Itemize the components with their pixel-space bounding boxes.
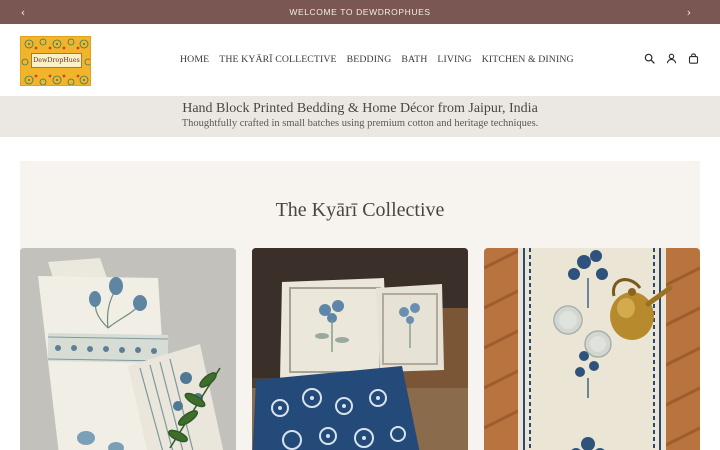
nav-item-living[interactable]: LIVING: [437, 54, 471, 65]
collection-card-cushions[interactable]: [252, 248, 468, 450]
tagline-subtitle: Thoughtfully crafted in small batches us…: [181, 118, 539, 129]
tea-towels-image: [20, 248, 236, 450]
announcement-bar: ‹ WELCOME TO DEWDROPHUES ›: [0, 0, 720, 24]
tagline-band: Hand Block Printed Bedding & Home Décor …: [0, 96, 720, 137]
nav-item-home[interactable]: HOME: [180, 54, 209, 65]
site-header: DewDropHues HOME THE KYĀRĪ COLLECTIVE BE…: [0, 24, 720, 96]
nav-item-kitchen-dining[interactable]: KITCHEN & DINING: [482, 54, 574, 65]
chevron-right-icon[interactable]: ›: [677, 0, 701, 24]
search-icon[interactable]: [643, 52, 656, 65]
collection-section: The Kyārī Collective: [20, 161, 700, 450]
main-nav: HOME THE KYĀRĪ COLLECTIVE BEDDING BATH L…: [180, 54, 574, 65]
cart-icon[interactable]: [687, 52, 700, 65]
nav-item-bedding[interactable]: BEDDING: [347, 54, 392, 65]
logo-text: DewDropHues: [33, 57, 80, 64]
site-logo[interactable]: DewDropHues: [20, 36, 91, 86]
collection-card-tea-towels[interactable]: [20, 248, 236, 450]
collection-card-table-runner[interactable]: [484, 248, 700, 450]
chevron-left-icon[interactable]: ‹: [11, 0, 35, 24]
nav-item-kyari-collective[interactable]: THE KYĀRĪ COLLECTIVE: [219, 54, 336, 65]
logo-plate: DewDropHues: [31, 53, 82, 68]
table-runner-image: [484, 248, 700, 450]
nav-item-bath[interactable]: BATH: [401, 54, 427, 65]
account-icon[interactable]: [665, 52, 678, 65]
tagline-title: Hand Block Printed Bedding & Home Décor …: [182, 101, 538, 116]
collection-title: The Kyārī Collective: [275, 199, 445, 221]
cushions-image: [252, 248, 468, 450]
announcement-text: WELCOME TO DEWDROPHUES: [289, 7, 431, 17]
header-icons: [643, 52, 700, 65]
